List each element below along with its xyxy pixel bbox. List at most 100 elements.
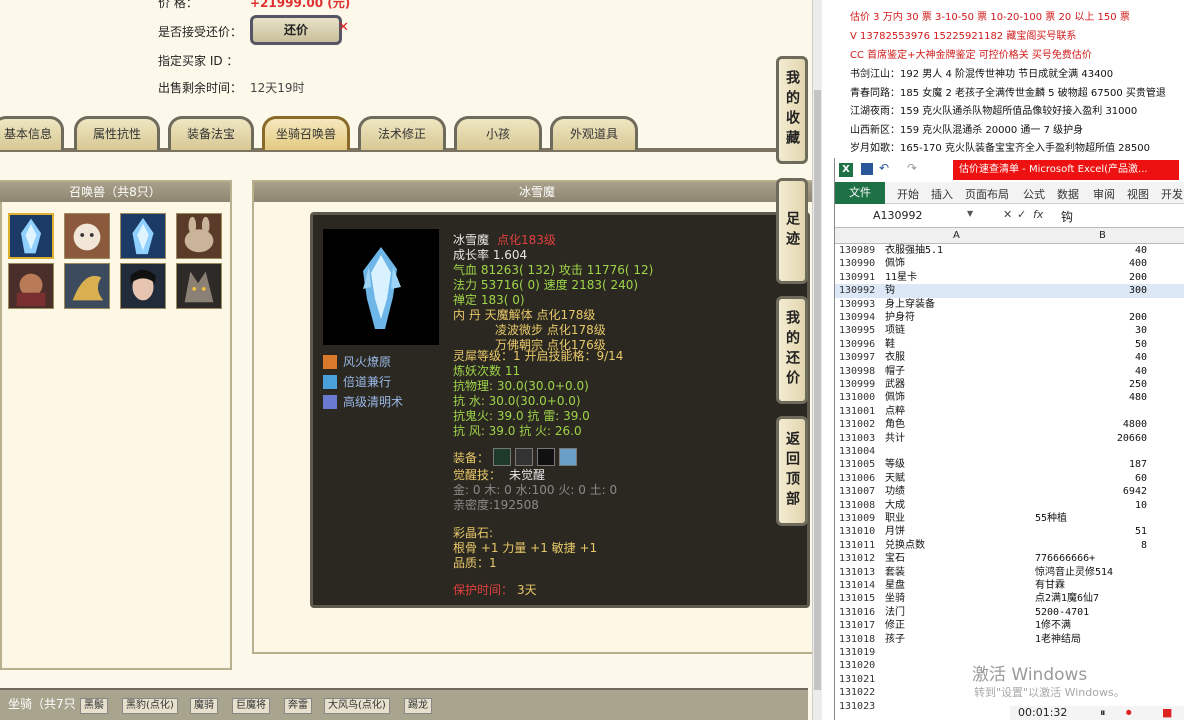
- cell-b[interactable]: 480: [1129, 391, 1147, 404]
- cell-b[interactable]: 惊鸿音止灵修514: [1035, 566, 1113, 579]
- cell-a[interactable]: 衣服强抽5.1: [885, 244, 943, 257]
- sheet-row[interactable]: 130999 武器 250: [835, 378, 1184, 391]
- tab-basic-info[interactable]: 基本信息: [0, 116, 64, 150]
- stop-icon[interactable]: ■: [1162, 706, 1172, 719]
- cell-b[interactable]: 187: [1129, 458, 1147, 471]
- sheet-row[interactable]: 131012 宝石 776666666+: [835, 552, 1184, 565]
- cell-a[interactable]: 宝石: [885, 552, 905, 565]
- cell-b[interactable]: 8: [1141, 539, 1147, 552]
- cell-b[interactable]: 1老神结局: [1035, 633, 1081, 646]
- undo-icon[interactable]: ↶: [879, 161, 889, 175]
- cell-a[interactable]: 帽子: [885, 365, 905, 378]
- sheet-row[interactable]: 131004: [835, 445, 1184, 458]
- name-box[interactable]: A130992: [873, 209, 923, 222]
- cell-a[interactable]: 角色: [885, 418, 905, 431]
- sheet-row[interactable]: 131000 佩饰 480: [835, 391, 1184, 404]
- cancel-formula-icon[interactable]: ✕: [1003, 208, 1012, 221]
- mount-tab-2[interactable]: 黑豹(点化): [122, 698, 178, 714]
- cell-b[interactable]: 20660: [1117, 432, 1147, 445]
- column-a-header[interactable]: A: [953, 230, 960, 241]
- cell-b[interactable]: 50: [1135, 338, 1147, 351]
- back-to-top-button[interactable]: 返回顶部: [776, 416, 808, 526]
- sheet-row[interactable]: 131003 共计 20660: [835, 432, 1184, 445]
- cell-b[interactable]: 51: [1135, 525, 1147, 538]
- pet-thumb-3[interactable]: [120, 213, 166, 259]
- cell-b[interactable]: 250: [1129, 378, 1147, 391]
- cell-b[interactable]: 200: [1129, 271, 1147, 284]
- sheet-row[interactable]: 131007 功绩 6942: [835, 485, 1184, 498]
- sheet-row[interactable]: 131009 职业 55种植: [835, 512, 1184, 525]
- cell-a[interactable]: 孩子: [885, 633, 905, 646]
- my-favorites-button[interactable]: 我的收藏: [776, 56, 808, 164]
- pause-icon[interactable]: ⏸: [1100, 706, 1106, 720]
- file-tab[interactable]: 文件: [835, 182, 885, 204]
- cell-a[interactable]: 护身符: [885, 311, 915, 324]
- sheet-row[interactable]: 131015 坐骑 点2满1魔6仙7: [835, 592, 1184, 605]
- sheet-row[interactable]: 131001 点粹: [835, 405, 1184, 418]
- sheet-row[interactable]: 131019: [835, 646, 1184, 659]
- sheet-row[interactable]: 130996 鞋 50: [835, 338, 1184, 351]
- cell-b[interactable]: 10: [1135, 499, 1147, 512]
- cell-b[interactable]: 200: [1129, 311, 1147, 324]
- pet-thumb-4[interactable]: [176, 213, 222, 259]
- cell-a[interactable]: 11星卡: [885, 271, 917, 284]
- sheet-row[interactable]: 131018 孩子 1老神结局: [835, 633, 1184, 646]
- cell-a[interactable]: 鞋: [885, 338, 895, 351]
- equip-slot-4-icon[interactable]: [559, 448, 577, 466]
- sheet-row[interactable]: 130995 项链 30: [835, 324, 1184, 337]
- cell-a[interactable]: 大成: [885, 499, 905, 512]
- fx-icon[interactable]: fx: [1033, 208, 1043, 221]
- tab-equipment[interactable]: 装备法宝: [168, 116, 254, 150]
- cell-a[interactable]: 兑换点数: [885, 539, 925, 552]
- cell-b[interactable]: 300: [1129, 284, 1147, 297]
- pet-thumb-6[interactable]: [64, 263, 110, 309]
- cell-a[interactable]: 衣服: [885, 351, 905, 364]
- pet-thumb-7[interactable]: [120, 263, 166, 309]
- name-box-dropdown-icon[interactable]: ▼: [967, 209, 973, 218]
- cell-a[interactable]: 修正: [885, 619, 905, 632]
- game-scrollbar[interactable]: [812, 0, 822, 720]
- sheet-row[interactable]: 131006 天赋 60: [835, 472, 1184, 485]
- formula-input[interactable]: 钩: [1061, 208, 1073, 225]
- ribbon-tab-view[interactable]: 视图: [1127, 186, 1149, 202]
- mount-tab-5[interactable]: 奔雷: [284, 698, 312, 714]
- sheet-row[interactable]: 130994 护身符 200: [835, 311, 1184, 324]
- pet-thumb-5[interactable]: [8, 263, 54, 309]
- cell-b[interactable]: 4800: [1123, 418, 1147, 431]
- cell-a[interactable]: 坐骑: [885, 592, 905, 605]
- cell-a[interactable]: 项链: [885, 324, 905, 337]
- tab-attributes[interactable]: 属性抗性: [74, 116, 160, 150]
- cell-a[interactable]: 武器: [885, 378, 905, 391]
- footprint-button[interactable]: 足迹: [776, 178, 808, 284]
- mount-tab-1[interactable]: 黑鬃: [80, 698, 108, 714]
- sheet-row[interactable]: 131017 修正 1修不满: [835, 619, 1184, 632]
- sheet-row[interactable]: 131011 兑换点数 8: [835, 539, 1184, 552]
- cell-a[interactable]: 月饼: [885, 525, 905, 538]
- sheet-row[interactable]: 131005 等级 187: [835, 458, 1184, 471]
- cell-b[interactable]: 55种植: [1035, 512, 1067, 525]
- bargain-close-icon[interactable]: ✕: [338, 20, 349, 35]
- sheet-row[interactable]: 130997 衣服 40: [835, 351, 1184, 364]
- game-scrollbar-thumb[interactable]: [814, 90, 821, 690]
- cell-b[interactable]: 有甘霖: [1035, 579, 1065, 592]
- my-bargains-button[interactable]: 我的还价: [776, 296, 808, 404]
- sheet-grid[interactable]: 130989 衣服强抽5.1 40 130990 佩饰 400 130991 11星卡 200 1…: [835, 244, 1184, 720]
- redo-icon[interactable]: ↷: [907, 161, 917, 175]
- tab-children[interactable]: 小孩: [454, 116, 542, 150]
- sheet-row[interactable]: 130998 帽子 40: [835, 365, 1184, 378]
- pet-thumb-2[interactable]: [64, 213, 110, 259]
- confirm-formula-icon[interactable]: ✓: [1017, 208, 1026, 221]
- cell-a[interactable]: 共计: [885, 432, 905, 445]
- sheet-row[interactable]: 131008 大成 10: [835, 499, 1184, 512]
- cell-b[interactable]: 40: [1135, 351, 1147, 364]
- equip-slot-3-icon[interactable]: [537, 448, 555, 466]
- ribbon-tab-home[interactable]: 开始: [897, 186, 919, 202]
- ribbon-tab-layout[interactable]: 页面布局: [965, 186, 1009, 202]
- cell-a[interactable]: 等级: [885, 458, 905, 471]
- sheet-row[interactable]: 130993 身上穿装备: [835, 298, 1184, 311]
- sheet-row[interactable]: 131014 星盘 有甘霖: [835, 579, 1184, 592]
- ribbon-tab-data[interactable]: 数据: [1057, 186, 1079, 202]
- cell-a[interactable]: 职业: [885, 512, 905, 525]
- pet-thumb-8[interactable]: [176, 263, 222, 309]
- ribbon-tab-formulas[interactable]: 公式: [1023, 186, 1045, 202]
